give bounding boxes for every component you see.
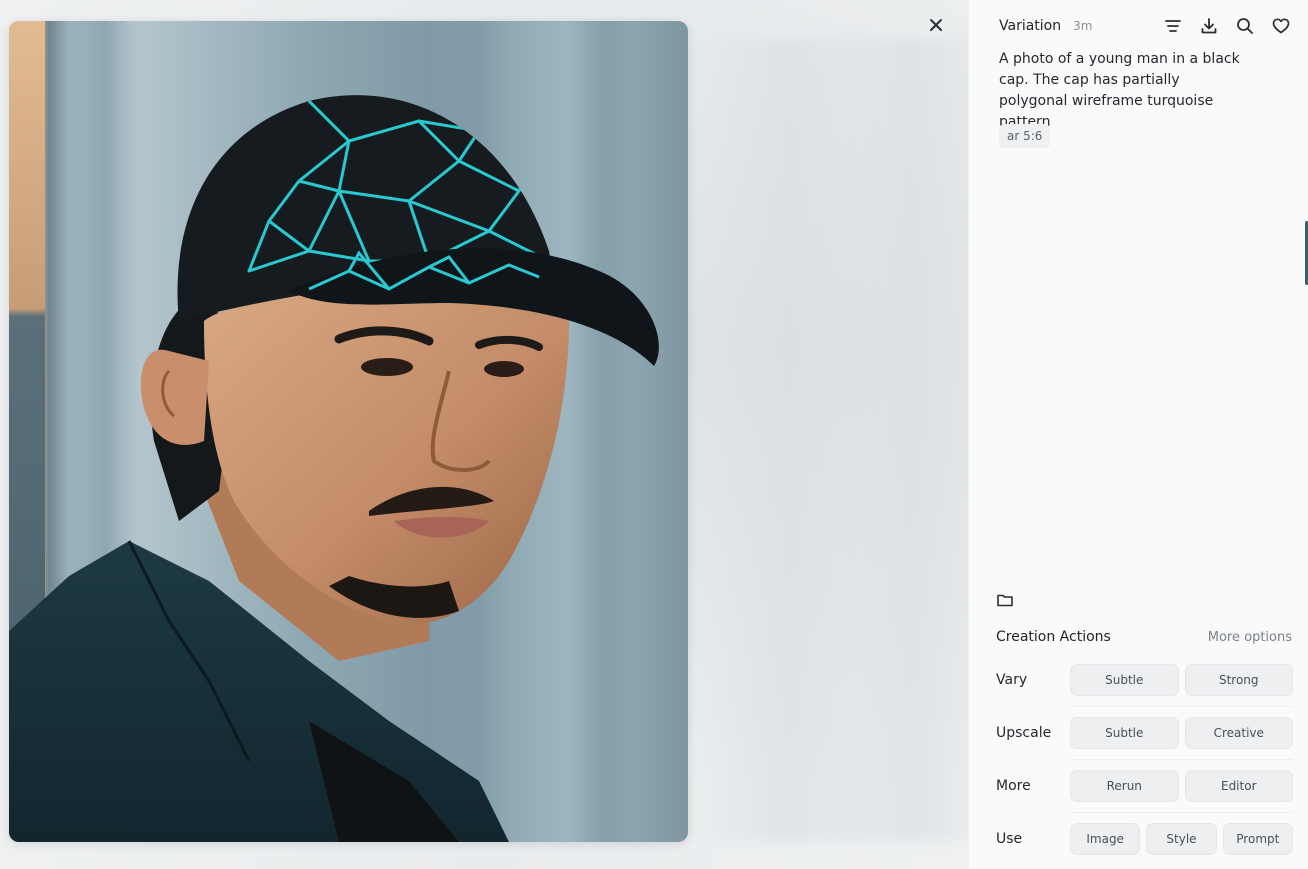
row-label: More [996,777,1031,794]
menu-button[interactable] [1162,15,1184,37]
download-icon [1201,18,1217,34]
row-divider [1070,759,1293,760]
creation-actions-header: Creation Actions More options [996,629,1292,645]
use-style-button[interactable]: Style [1146,822,1217,855]
folder-icon [997,594,1013,607]
row-label: Upscale [996,724,1052,741]
row-divider [1070,706,1293,707]
rerun-button[interactable]: Rerun [1070,769,1179,802]
menu-icon [1165,20,1181,32]
close-button[interactable] [924,13,948,37]
vary-strong-button[interactable]: Strong [1184,663,1293,696]
job-type-label: Variation [999,18,1062,34]
more-options-link[interactable]: More options [1208,630,1292,645]
vary-subtle-button[interactable]: Subtle [1070,663,1179,696]
action-row-use: Use Image Style Prompt [996,822,1293,855]
row-label: Vary [996,671,1028,688]
search-button[interactable] [1234,15,1256,37]
upscale-creative-button[interactable]: Creative [1184,716,1293,749]
row-label: Use [996,830,1023,847]
generated-image[interactable] [9,21,688,842]
row-divider [1070,812,1293,813]
use-image-button[interactable]: Image [1070,822,1141,855]
upscale-subtle-button[interactable]: Subtle [1070,716,1179,749]
like-button[interactable] [1270,15,1292,37]
creation-actions-title: Creation Actions [996,629,1111,645]
aspect-ratio-tag[interactable]: ar 5:6 [999,124,1051,148]
use-prompt-button[interactable]: Prompt [1222,822,1293,855]
action-row-more: More Rerun Editor [996,769,1293,802]
sidebar-header: Variation 3m [999,15,1292,37]
portrait-illustration [9,95,659,842]
action-row-vary: Vary Subtle Strong [996,663,1293,696]
editor-button[interactable]: Editor [1184,769,1293,802]
header-actions [1162,15,1292,37]
action-row-upscale: Upscale Subtle Creative [996,716,1293,749]
search-icon [1237,18,1253,34]
close-icon [930,19,942,31]
add-to-folder-button[interactable] [996,591,1014,609]
prompt-text[interactable]: A photo of a young man in a black cap. T… [999,49,1251,133]
heart-icon [1272,18,1290,34]
download-button[interactable] [1198,15,1220,37]
job-age: 3m [1073,19,1093,33]
